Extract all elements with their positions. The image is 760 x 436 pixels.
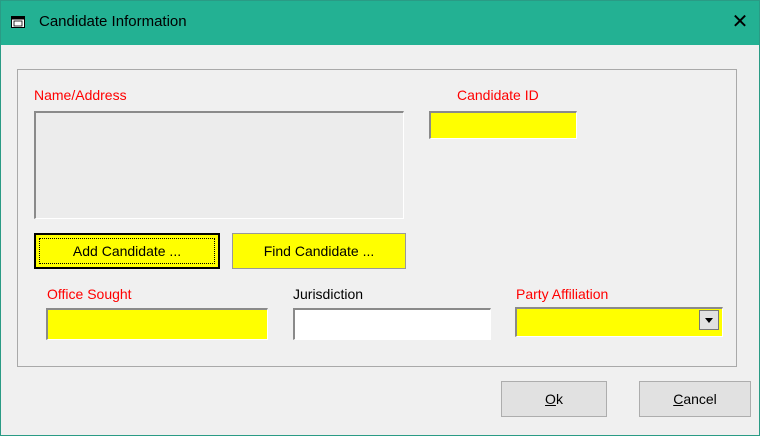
window-title: Candidate Information: [39, 13, 187, 30]
cancel-mnemonic: C: [673, 391, 684, 407]
window-icon: [11, 15, 25, 28]
party-affiliation-label: Party Affiliation: [516, 286, 609, 302]
cancel-label: Cancel: [640, 391, 750, 407]
close-icon: ✕: [731, 11, 749, 33]
name-address-label: Name/Address: [34, 87, 127, 103]
find-candidate-button[interactable]: Find Candidate ...: [232, 233, 406, 269]
add-candidate-label: Add Candidate ...: [72, 243, 182, 259]
cancel-button[interactable]: Cancel: [639, 381, 751, 417]
title-bar[interactable]: Candidate Information ✕: [1, 1, 759, 45]
jurisdiction-field[interactable]: [293, 308, 491, 340]
candidate-information-dialog: Candidate Information ✕ Name/Address Can…: [0, 0, 760, 436]
jurisdiction-label: Jurisdiction: [293, 286, 364, 302]
office-sought-field[interactable]: [46, 308, 268, 340]
candidate-id-field[interactable]: [429, 111, 577, 139]
chevron-down-icon: [705, 318, 713, 323]
candidate-id-label: Candidate ID: [457, 87, 539, 103]
party-affiliation-select[interactable]: [515, 307, 723, 337]
find-candidate-label: Find Candidate ...: [263, 243, 375, 259]
cancel-label-rest: ancel: [683, 391, 717, 407]
ok-label: Ok: [502, 391, 606, 407]
name-address-box[interactable]: [34, 111, 404, 219]
close-button[interactable]: ✕: [729, 11, 751, 33]
add-candidate-button[interactable]: Add Candidate ...: [34, 233, 220, 269]
ok-mnemonic: O: [545, 391, 556, 407]
ok-label-rest: k: [555, 391, 563, 407]
party-affiliation-dropdown-button[interactable]: [699, 310, 719, 330]
office-sought-label: Office Sought: [47, 286, 132, 302]
ok-button[interactable]: Ok: [501, 381, 607, 417]
